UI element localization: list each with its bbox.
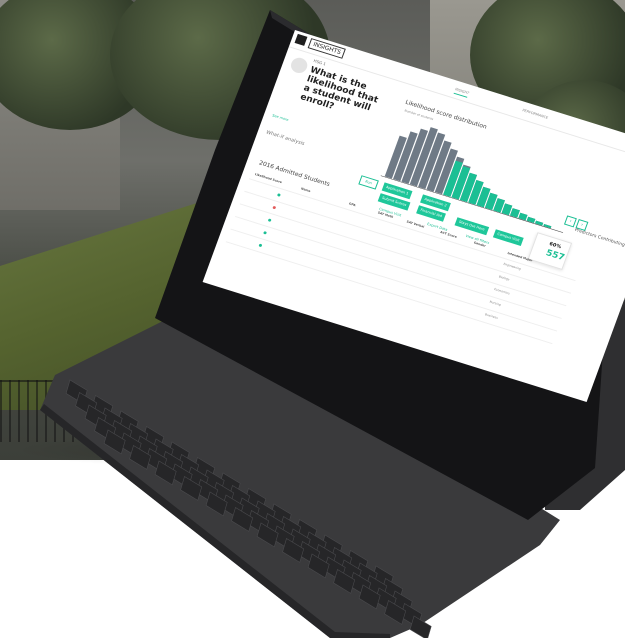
bar-series-2: [526, 216, 536, 224]
major-cell: Nursing: [489, 299, 502, 307]
major-cell: Business: [484, 312, 499, 320]
filter-chip[interactable]: Campus Visit: [492, 229, 524, 246]
status-dot: [258, 243, 263, 248]
status-dot: [263, 231, 267, 235]
prev-arrow-icon[interactable]: ‹: [563, 215, 577, 228]
see-more-link[interactable]: See more: [272, 113, 289, 122]
tab-performance[interactable]: PERFORMANCE: [522, 108, 549, 120]
status-dot: [276, 193, 281, 197]
status-dot: [267, 218, 272, 222]
column-header[interactable]: GPA: [348, 202, 356, 208]
distribution-chart: [380, 114, 586, 234]
logo: [294, 33, 308, 46]
what-if-label: What-if analysis: [265, 129, 306, 147]
score-card: 60% 557: [527, 232, 573, 270]
predictors-title: Predictors Contributing: [573, 228, 625, 249]
tab-insight[interactable]: INSIGHT: [453, 87, 470, 98]
column-header[interactable]: ACT Score: [440, 230, 458, 239]
run-button[interactable]: Run: [358, 175, 379, 190]
filter-chip[interactable]: Stays Out Here: [454, 217, 489, 236]
score-secondary: 557: [544, 248, 566, 264]
major-cell: Biology: [498, 274, 511, 282]
avatar: [288, 55, 310, 75]
column-header[interactable]: Name: [300, 187, 311, 194]
breadcrumb[interactable]: HSG 1: [313, 58, 327, 66]
question-title: What is the likelihood that a student wi…: [298, 65, 380, 114]
bar-series-2: [501, 203, 513, 216]
ipad-device: INSIGHTS INSIGHT PERFORMANCE HSG 1 What …: [0, 0, 625, 638]
status-dot: [272, 205, 277, 210]
